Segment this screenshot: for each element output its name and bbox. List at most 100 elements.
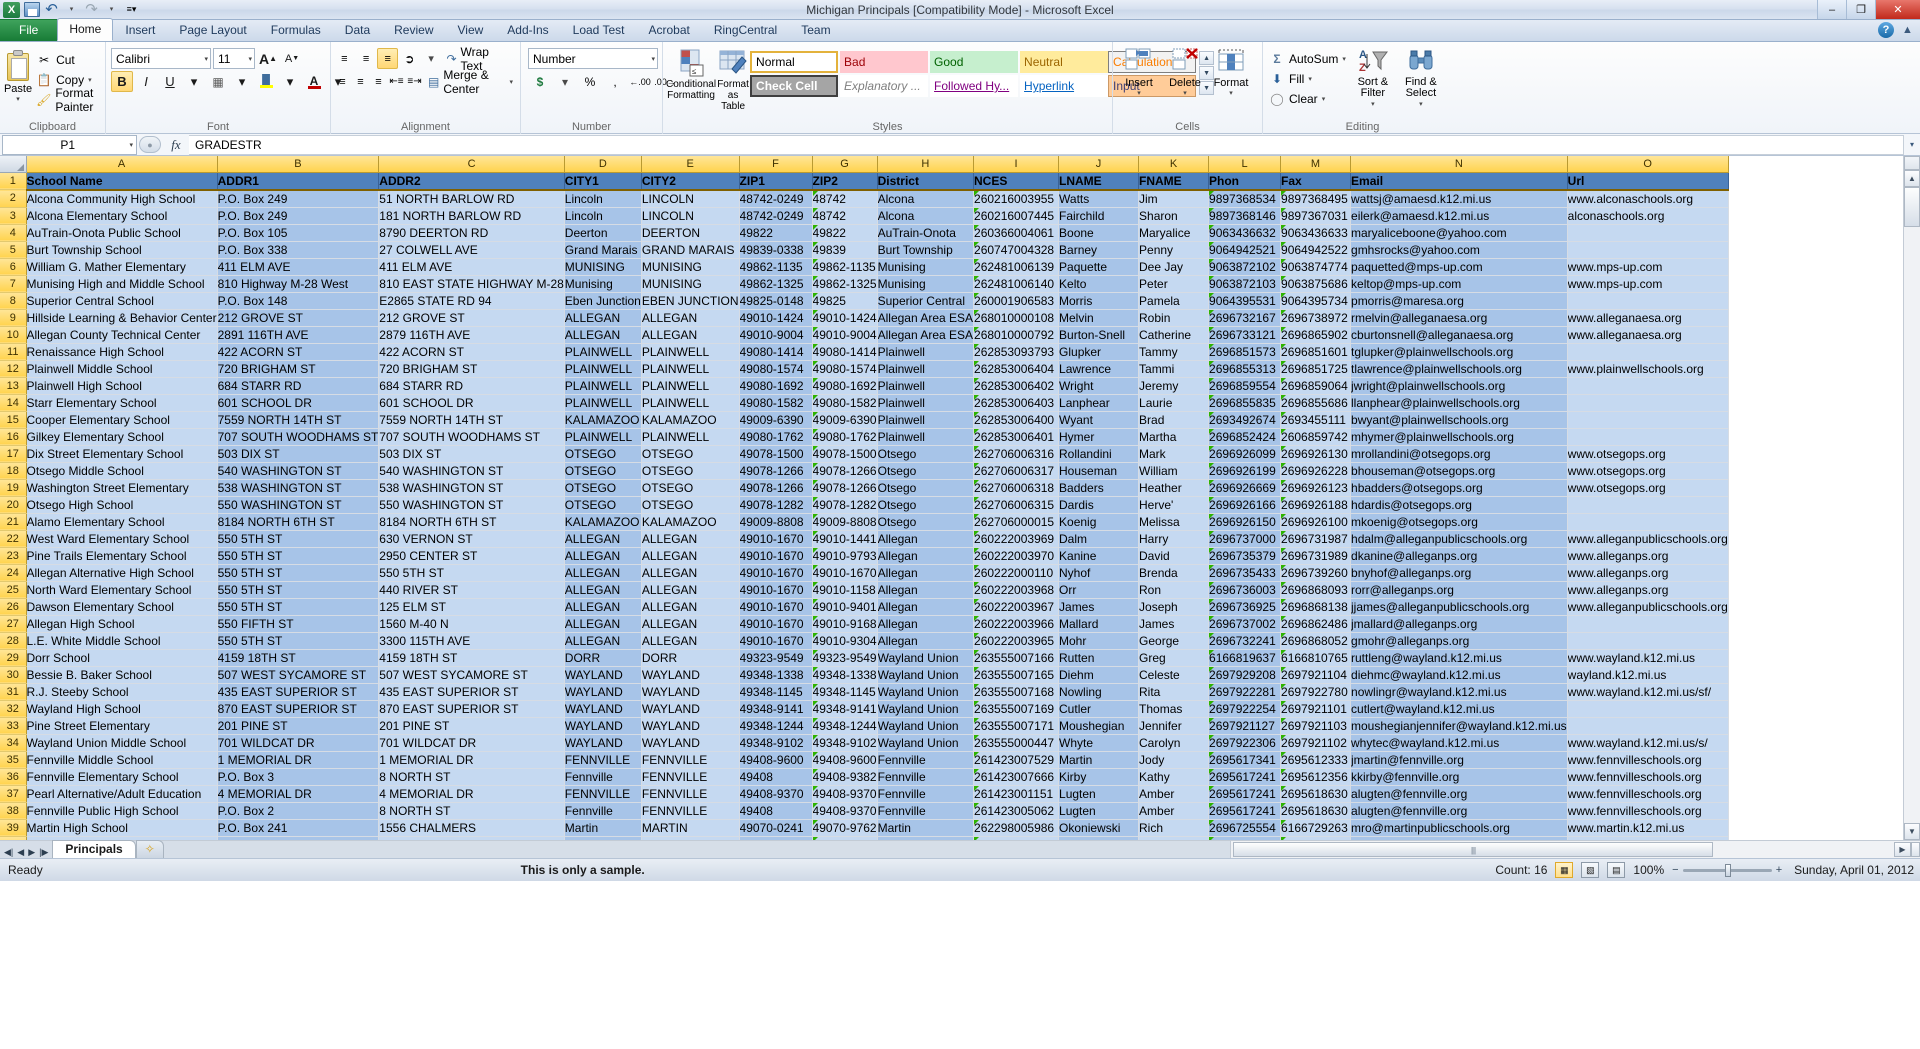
table-row[interactable]: 19 Washington Street Elementary 538 WASHIN… bbox=[0, 479, 1729, 497]
merge-dropdown-icon[interactable]: ▾ bbox=[509, 78, 513, 86]
cell-D14[interactable]: PLAINWELL bbox=[564, 394, 642, 412]
header-cell-N1[interactable]: Email bbox=[1350, 172, 1568, 191]
cell-M19[interactable]: 2696926123 bbox=[1280, 479, 1352, 497]
fill-color-dropdown-icon[interactable]: ▾ bbox=[279, 71, 301, 92]
row-header-12[interactable]: 12 bbox=[0, 360, 27, 378]
style-normal[interactable]: Normal bbox=[750, 51, 839, 73]
cell-F23[interactable]: 49010-1670 bbox=[739, 547, 813, 565]
customize-qat-icon[interactable]: ≡▾ bbox=[123, 1, 140, 18]
cell-I19[interactable]: 262706006318 bbox=[973, 479, 1060, 497]
table-row[interactable]: 6 William G. Mather Elementary 411 ELM AVE… bbox=[0, 258, 1729, 276]
cell-F11[interactable]: 49080-1414 bbox=[739, 343, 813, 361]
cell-G31[interactable]: 49348-1145 bbox=[812, 683, 878, 701]
cell-N2[interactable]: wattsj@amaesd.k12.mi.us bbox=[1350, 189, 1568, 208]
cell-B14[interactable]: 601 SCHOOL DR bbox=[217, 394, 380, 412]
cell-O17[interactable]: www.otsegops.org bbox=[1567, 445, 1729, 463]
cell-J39[interactable]: Okoniewski bbox=[1058, 819, 1140, 837]
borders-dropdown-icon[interactable]: ▾ bbox=[231, 71, 253, 92]
cell-M4[interactable]: 9063436633 bbox=[1280, 224, 1352, 242]
cell-I7[interactable]: 262481006140 bbox=[973, 275, 1060, 293]
cell-E2[interactable]: LINCOLN bbox=[641, 189, 740, 208]
cell-C31[interactable]: 435 EAST SUPERIOR ST bbox=[378, 683, 565, 701]
cell-L40[interactable]: 2696727253 bbox=[1208, 836, 1282, 840]
cell-J7[interactable]: Kelto bbox=[1058, 275, 1140, 293]
cell-B27[interactable]: 550 FIFTH ST bbox=[217, 615, 380, 633]
header-cell-J1[interactable]: LNAME bbox=[1058, 172, 1140, 191]
cell-E4[interactable]: DEERTON bbox=[641, 224, 740, 242]
cell-H16[interactable]: Plainwell bbox=[877, 428, 975, 446]
cell-G22[interactable]: 49010-1441 bbox=[812, 530, 878, 548]
cell-J35[interactable]: Martin bbox=[1058, 751, 1140, 769]
cell-K2[interactable]: Jim bbox=[1138, 189, 1210, 208]
row-header-20[interactable]: 20 bbox=[0, 496, 27, 514]
cell-G15[interactable]: 49009-6390 bbox=[812, 411, 878, 429]
cell-E25[interactable]: ALLEGAN bbox=[641, 581, 740, 599]
cell-H36[interactable]: Fennville bbox=[877, 768, 975, 786]
cell-G32[interactable]: 49348-9141 bbox=[812, 700, 878, 718]
cell-K7[interactable]: Peter bbox=[1138, 275, 1210, 293]
column-header-B[interactable]: B bbox=[217, 156, 380, 173]
cell-G25[interactable]: 49010-1158 bbox=[812, 581, 878, 599]
cell-M7[interactable]: 9063875686 bbox=[1280, 275, 1352, 293]
cell-A40[interactable]: Robert D. Brandon Elem. School bbox=[26, 836, 218, 840]
cell-K17[interactable]: Mark bbox=[1138, 445, 1210, 463]
cell-F14[interactable]: 49080-1582 bbox=[739, 394, 813, 412]
cell-K40[interactable]: Katy bbox=[1138, 836, 1210, 840]
copy-dropdown-icon[interactable]: ▾ bbox=[88, 76, 92, 84]
cell-B17[interactable]: 503 DIX ST bbox=[217, 445, 380, 463]
tab-home[interactable]: Home bbox=[57, 18, 114, 41]
cell-G2[interactable]: 48742 bbox=[812, 189, 878, 208]
cell-C15[interactable]: 7559 NORTH 14TH ST bbox=[378, 411, 565, 429]
cell-N30[interactable]: diehmc@wayland.k12.mi.us bbox=[1350, 666, 1568, 684]
table-row[interactable]: 5 Burt Township School P.O. Box 338 27 COLW… bbox=[0, 241, 1729, 259]
cell-L39[interactable]: 2696725554 bbox=[1208, 819, 1282, 837]
cell-M38[interactable]: 2695618630 bbox=[1280, 802, 1352, 820]
cell-B16[interactable]: 707 SOUTH WOODHAMS ST bbox=[217, 428, 380, 446]
formula-input[interactable]: GRADESTR bbox=[189, 134, 1904, 155]
cell-J26[interactable]: James bbox=[1058, 598, 1140, 616]
cell-F21[interactable]: 49009-8808 bbox=[739, 513, 813, 531]
cell-D9[interactable]: ALLEGAN bbox=[564, 309, 642, 327]
row-header-33[interactable]: 33 bbox=[0, 717, 27, 735]
cell-E7[interactable]: MUNISING bbox=[641, 275, 740, 293]
split-vertical-handle[interactable] bbox=[1904, 156, 1920, 170]
cell-D38[interactable]: Fennville bbox=[564, 802, 642, 820]
cell-K16[interactable]: Martha bbox=[1138, 428, 1210, 446]
cell-N16[interactable]: mhymer@plainwellschools.org bbox=[1350, 428, 1568, 446]
row-header-27[interactable]: 27 bbox=[0, 615, 27, 633]
table-row[interactable]: 10 Allegan County Technical Center 2891 11… bbox=[0, 326, 1729, 344]
delete-dropdown-icon[interactable]: ▾ bbox=[1183, 89, 1187, 97]
cell-C37[interactable]: 4 MEMORIAL DR bbox=[378, 785, 565, 803]
row-header-8[interactable]: 8 bbox=[0, 292, 27, 310]
cell-E27[interactable]: ALLEGAN bbox=[641, 615, 740, 633]
cell-A23[interactable]: Pine Trails Elementary School bbox=[26, 547, 218, 565]
tab-page-layout[interactable]: Page Layout bbox=[167, 19, 258, 41]
cell-O23[interactable]: www.alleganps.org bbox=[1567, 547, 1729, 565]
cell-M33[interactable]: 2697921103 bbox=[1280, 717, 1352, 735]
cell-E29[interactable]: DORR bbox=[641, 649, 740, 667]
cell-N22[interactable]: hdalm@alleganpublicschools.org bbox=[1350, 530, 1568, 548]
cell-L25[interactable]: 2696736003 bbox=[1208, 581, 1282, 599]
table-row[interactable]: 29 Dorr School 4159 18TH ST 4159 18TH ST DOR… bbox=[0, 649, 1729, 667]
cell-K29[interactable]: Greg bbox=[1138, 649, 1210, 667]
cell-I28[interactable]: 260222003965 bbox=[973, 632, 1060, 650]
cell-E5[interactable]: GRAND MARAIS bbox=[641, 241, 740, 259]
cell-N7[interactable]: keltop@mps-up.com bbox=[1350, 275, 1568, 293]
style-neutral[interactable]: Neutral bbox=[1020, 51, 1109, 73]
merge-center-button[interactable]: ▤ Merge & Center ▾ bbox=[424, 68, 517, 96]
cell-F31[interactable]: 49348-1145 bbox=[739, 683, 813, 701]
cell-C20[interactable]: 550 WASHINGTON ST bbox=[378, 496, 565, 514]
clear-button[interactable]: ◯ Clear ▾ bbox=[1266, 89, 1349, 108]
cell-H23[interactable]: Allegan bbox=[877, 547, 975, 565]
cell-B15[interactable]: 7559 NORTH 14TH ST bbox=[217, 411, 380, 429]
tab-acrobat[interactable]: Acrobat bbox=[636, 19, 701, 41]
row-header-7[interactable]: 7 bbox=[0, 275, 27, 293]
horizontal-scrollbar[interactable]: ▶ bbox=[1230, 841, 1920, 858]
cell-D24[interactable]: ALLEGAN bbox=[564, 564, 642, 582]
cell-A39[interactable]: Martin High School bbox=[26, 819, 218, 837]
cell-K18[interactable]: William bbox=[1138, 462, 1210, 480]
cell-B25[interactable]: 550 5TH ST bbox=[217, 581, 380, 599]
cell-L17[interactable]: 2696926099 bbox=[1208, 445, 1282, 463]
cell-A28[interactable]: L.E. White Middle School bbox=[26, 632, 218, 650]
cell-I35[interactable]: 261423007529 bbox=[973, 751, 1060, 769]
